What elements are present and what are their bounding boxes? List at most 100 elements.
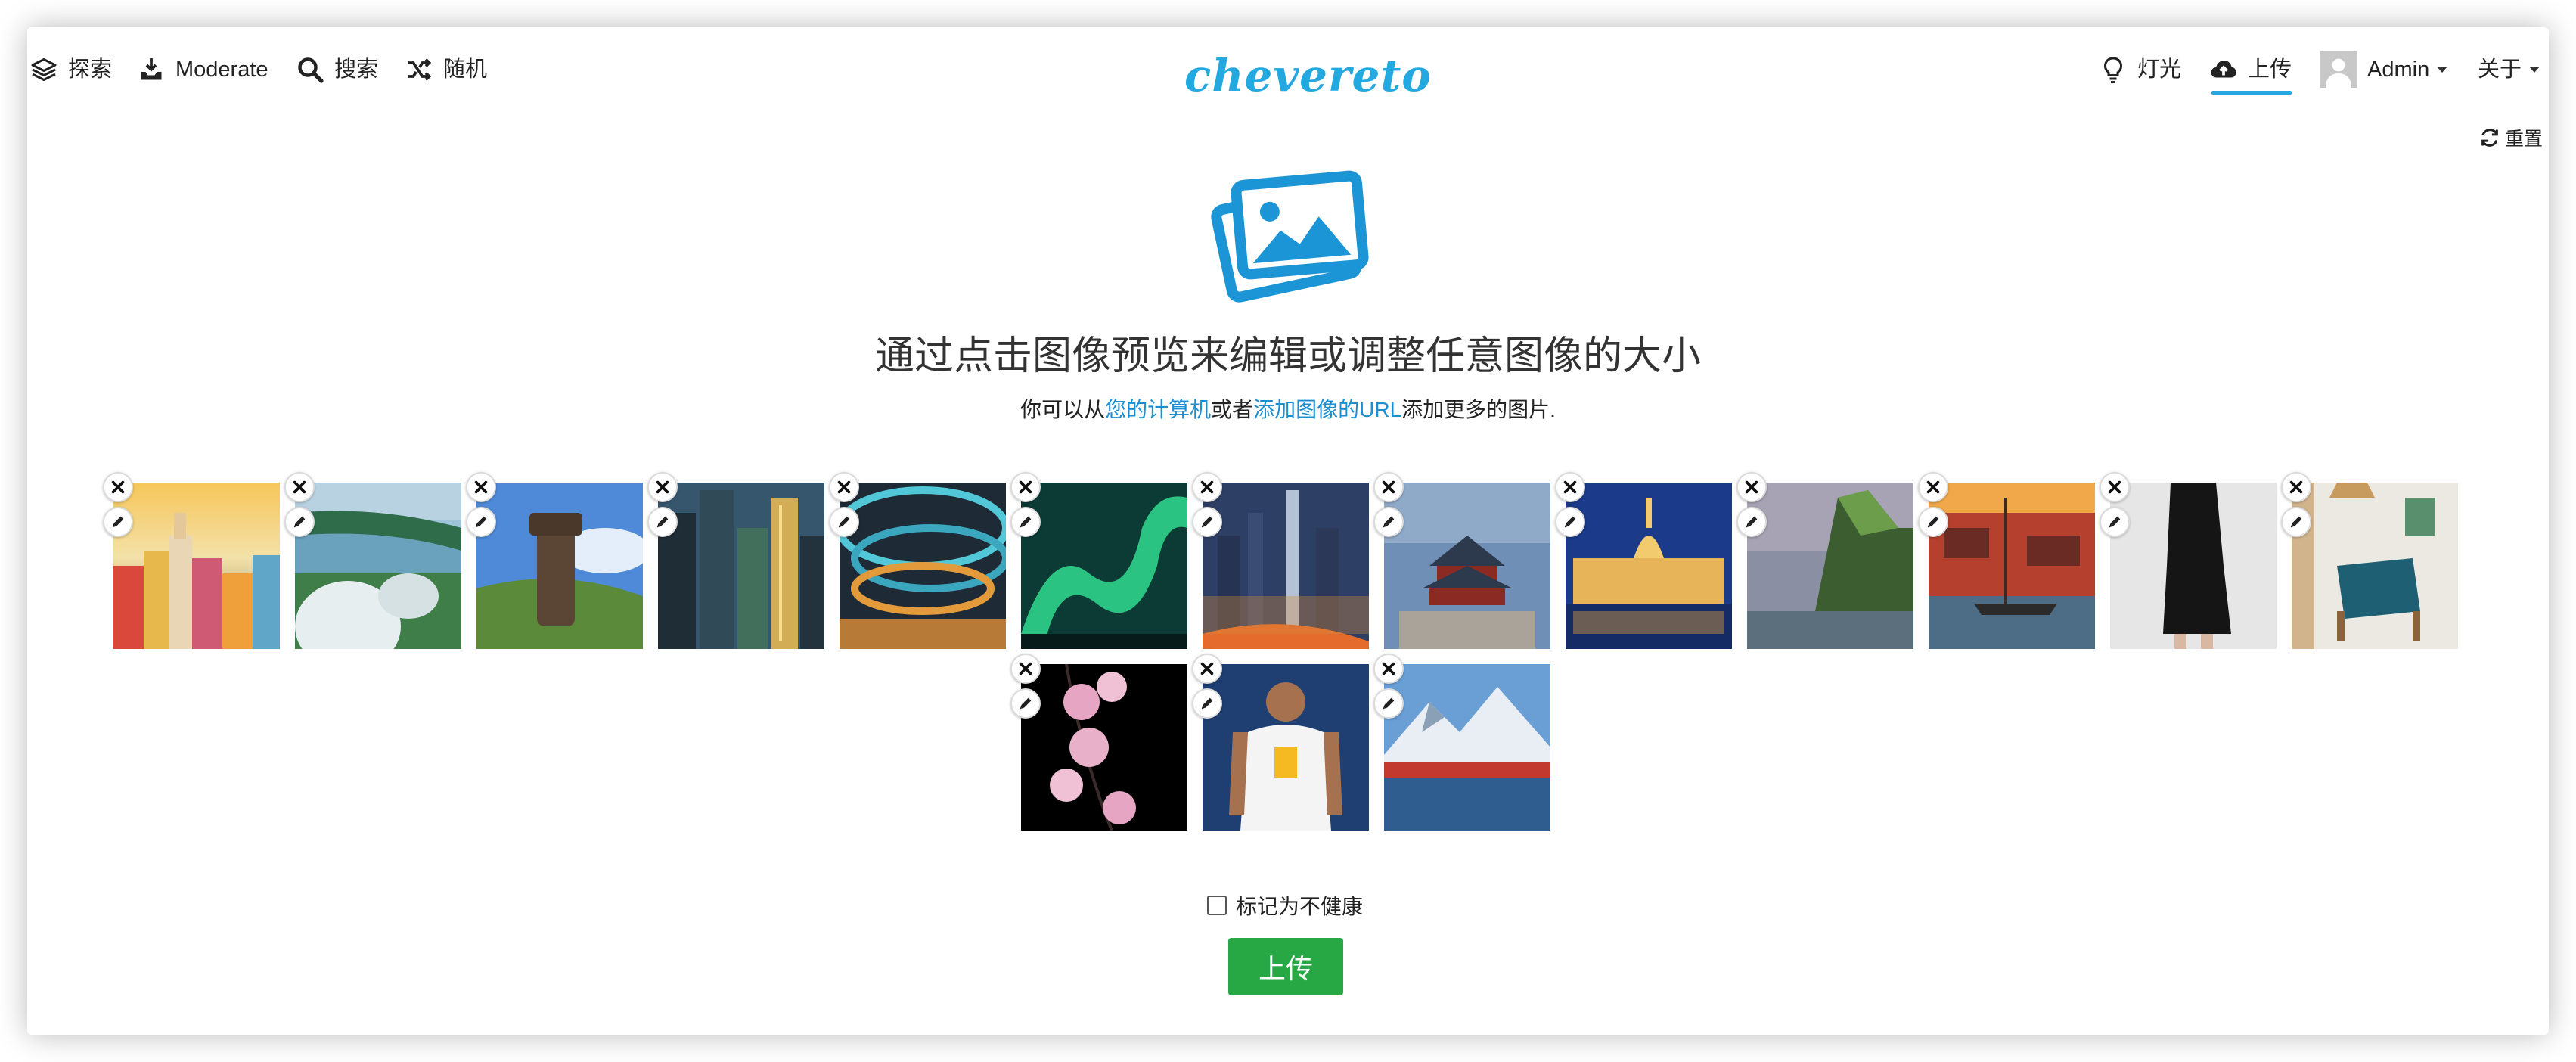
thumbnail-budapest-parliament-night[interactable] <box>1566 483 1732 649</box>
reset-label: 重置 <box>2504 129 2543 150</box>
thumbnail-shanghai-skyline[interactable] <box>1203 483 1369 649</box>
thumbnail-gardens-by-the-bay[interactable] <box>295 483 461 649</box>
remove-image-button[interactable] <box>1373 654 1404 684</box>
edit-image-button[interactable] <box>1373 688 1404 719</box>
edit-image-button[interactable] <box>829 507 859 537</box>
close-icon <box>1745 480 1758 494</box>
remove-image-button[interactable] <box>1736 472 1767 502</box>
close-icon <box>1382 480 1395 494</box>
nav-random-label: 随机 <box>443 57 488 82</box>
pencil-icon <box>656 516 669 528</box>
remove-image-button[interactable] <box>284 472 315 502</box>
remove-image-button[interactable] <box>1918 472 1948 502</box>
thumbnail-basketball-player[interactable] <box>1203 664 1369 831</box>
nav-upload-label: 上传 <box>2248 57 2292 82</box>
user-avatar-icon <box>2320 51 2357 88</box>
remove-image-button[interactable] <box>1010 472 1041 502</box>
nav-explore-label: 探索 <box>68 57 113 82</box>
nav-upload[interactable]: 上传 <box>2210 56 2292 109</box>
nav-user-label: Admin <box>2367 57 2430 82</box>
nav-lights[interactable]: 灯光 <box>2100 56 2181 109</box>
pencil-icon <box>1201 516 1213 528</box>
remove-image-button[interactable] <box>829 472 859 502</box>
nav-search-label: 搜索 <box>334 57 379 82</box>
remove-image-button[interactable] <box>2281 472 2311 502</box>
thumbnail-pink-orchid[interactable] <box>1021 664 1187 831</box>
remove-image-button[interactable] <box>1555 472 1585 502</box>
thumbnail-easter-island-moai[interactable] <box>476 483 643 649</box>
edit-image-button[interactable] <box>1918 507 1948 537</box>
pencil-icon <box>112 516 124 528</box>
edit-image-button[interactable] <box>1373 507 1404 537</box>
page-headline: 通过点击图像预览来编辑或调整任意图像的大小 <box>874 334 1701 378</box>
nav-about[interactable]: 关于 <box>2478 56 2540 109</box>
edit-image-button[interactable] <box>1010 507 1041 537</box>
site-logo[interactable]: chevereto <box>1184 50 1431 103</box>
refresh-icon <box>2481 129 2498 147</box>
nav-moderate-label: Moderate <box>175 57 268 82</box>
pencil-icon <box>1383 697 1395 710</box>
edit-image-button[interactable] <box>2100 507 2130 537</box>
close-icon <box>837 480 851 494</box>
close-icon <box>1926 480 1940 494</box>
upload-button[interactable]: 上传 <box>1228 938 1343 995</box>
remove-image-button[interactable] <box>103 472 133 502</box>
edit-image-button[interactable] <box>103 507 133 537</box>
remove-image-button[interactable] <box>1010 654 1041 684</box>
nsfw-checkbox[interactable] <box>1207 896 1227 915</box>
shuffle-icon <box>408 58 432 81</box>
edit-image-button[interactable] <box>1736 507 1767 537</box>
edit-image-button[interactable] <box>466 507 496 537</box>
edit-image-button[interactable] <box>1010 688 1041 719</box>
close-icon <box>2289 480 2303 494</box>
subline-suffix: 添加更多的图片. <box>1401 398 1556 421</box>
edit-image-button[interactable] <box>1555 507 1585 537</box>
nsfw-checkbox-row[interactable]: 标记为不健康 <box>1207 890 1363 921</box>
chevron-down-icon <box>2437 67 2448 73</box>
remove-image-button[interactable] <box>466 472 496 502</box>
thumbnail-temple-of-heaven[interactable] <box>1384 483 1550 649</box>
thumbnail-futuristic-architecture[interactable] <box>840 483 1006 649</box>
remove-image-button[interactable] <box>1192 472 1222 502</box>
close-icon <box>656 480 669 494</box>
pencil-icon <box>293 516 306 528</box>
remove-image-button[interactable] <box>2100 472 2130 502</box>
close-icon <box>1382 662 1395 675</box>
inbox-tray-icon <box>141 58 162 80</box>
thumbnail-snowy-mountain-harbor[interactable] <box>1384 664 1550 831</box>
remove-image-button[interactable] <box>1192 654 1222 684</box>
thumbnail-ship-by-harbor-sunset[interactable] <box>1929 483 2095 649</box>
remove-image-button[interactable] <box>647 472 678 502</box>
thumbnail-city-skyscrapers[interactable] <box>658 483 824 649</box>
edit-image-button[interactable] <box>1192 507 1222 537</box>
add-image-url-link[interactable]: 添加图像的URL <box>1253 398 1401 421</box>
pencil-icon <box>1201 697 1213 710</box>
add-from-computer-link[interactable]: 您的计算机 <box>1105 398 1211 421</box>
edit-image-button[interactable] <box>1192 688 1222 719</box>
edit-image-button[interactable] <box>647 507 678 537</box>
nav-moderate[interactable]: Moderate <box>138 56 268 109</box>
nav-user-menu[interactable]: Admin <box>2320 51 2448 109</box>
close-icon <box>1200 480 1214 494</box>
close-icon <box>2108 480 2121 494</box>
thumbnail-cinque-terre-houses[interactable] <box>113 483 280 649</box>
pencil-icon <box>1746 516 1758 528</box>
nav-random[interactable]: 随机 <box>405 56 487 109</box>
edit-image-button[interactable] <box>284 507 315 537</box>
pencil-icon <box>1927 516 1939 528</box>
nsfw-label: 标记为不健康 <box>1236 895 1364 918</box>
edit-image-button[interactable] <box>2281 507 2311 537</box>
thumbnail-aurora-borealis[interactable] <box>1021 483 1187 649</box>
nav-search[interactable]: 搜索 <box>296 56 378 109</box>
nav-explore[interactable]: 探索 <box>30 56 112 109</box>
thumbnail-faroe-cliffs[interactable] <box>1747 483 1913 649</box>
reset-button[interactable]: 重置 <box>2479 124 2543 151</box>
active-tab-indicator <box>2211 91 2292 95</box>
lightbulb-icon <box>2103 57 2123 83</box>
pencil-icon <box>838 516 850 528</box>
thumbnail-interior-blue-chair[interactable] <box>2292 483 2458 649</box>
images-icon <box>1211 170 1369 303</box>
pencil-icon <box>1564 516 1576 528</box>
remove-image-button[interactable] <box>1373 472 1404 502</box>
thumbnail-black-dress-model[interactable] <box>2110 483 2277 649</box>
